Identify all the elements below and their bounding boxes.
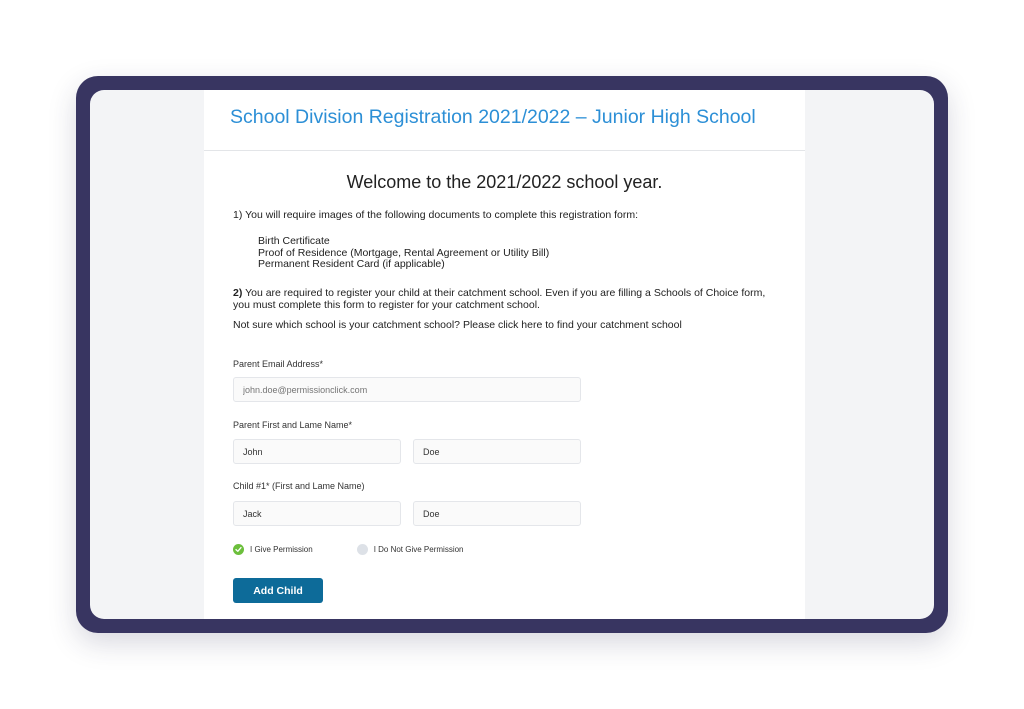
step-2-number: 2) (233, 286, 243, 299)
radio-empty-icon (356, 544, 368, 555)
form-title: School Division Registration 2021/2022 –… (230, 106, 756, 128)
parent-first-name-input[interactable] (233, 439, 401, 464)
permission-radio-group: I Give Permission I Do Not Give Permissi… (233, 544, 464, 555)
form-header: School Division Registration 2021/2022 –… (204, 90, 805, 151)
child-last-name-input[interactable] (413, 501, 581, 526)
step-2-instructions: 2) You are required to register your chi… (233, 287, 776, 311)
parent-email-input[interactable] (233, 377, 581, 402)
step-1-instructions: 1) You will require images of the follow… (233, 209, 639, 221)
child-name-label: Child #1* (First and Lame Name) (233, 480, 365, 491)
parent-email-label: Parent Email Address* (233, 358, 324, 369)
required-documents-list: Birth Certificate Proof of Residence (Mo… (258, 235, 776, 271)
registration-form-panel: School Division Registration 2021/2022 –… (204, 90, 805, 619)
device-frame: School Division Registration 2021/2022 –… (76, 76, 948, 633)
give-permission-radio[interactable]: I Give Permission (233, 544, 313, 555)
not-give-permission-radio[interactable]: I Do Not Give Permission (356, 544, 464, 555)
give-permission-label: I Give Permission (250, 545, 313, 554)
parent-last-name-input[interactable] (413, 439, 581, 464)
document-item: Permanent Resident Card (if applicable) (258, 258, 445, 270)
checkmark-icon (233, 544, 244, 555)
add-child-button[interactable]: Add Child (233, 578, 323, 603)
parent-name-label: Parent First and Lame Name* (233, 419, 353, 430)
not-give-permission-label: I Do Not Give Permission (373, 545, 464, 554)
catchment-school-link[interactable]: Not sure which school is your catchment … (233, 319, 776, 331)
step-2-text: You are required to register your child … (233, 286, 766, 311)
device-screen: School Division Registration 2021/2022 –… (90, 90, 934, 619)
welcome-heading: Welcome to the 2021/2022 school year. (346, 172, 663, 192)
document-item: Birth Certificate (258, 235, 330, 247)
child-first-name-input[interactable] (233, 501, 401, 526)
